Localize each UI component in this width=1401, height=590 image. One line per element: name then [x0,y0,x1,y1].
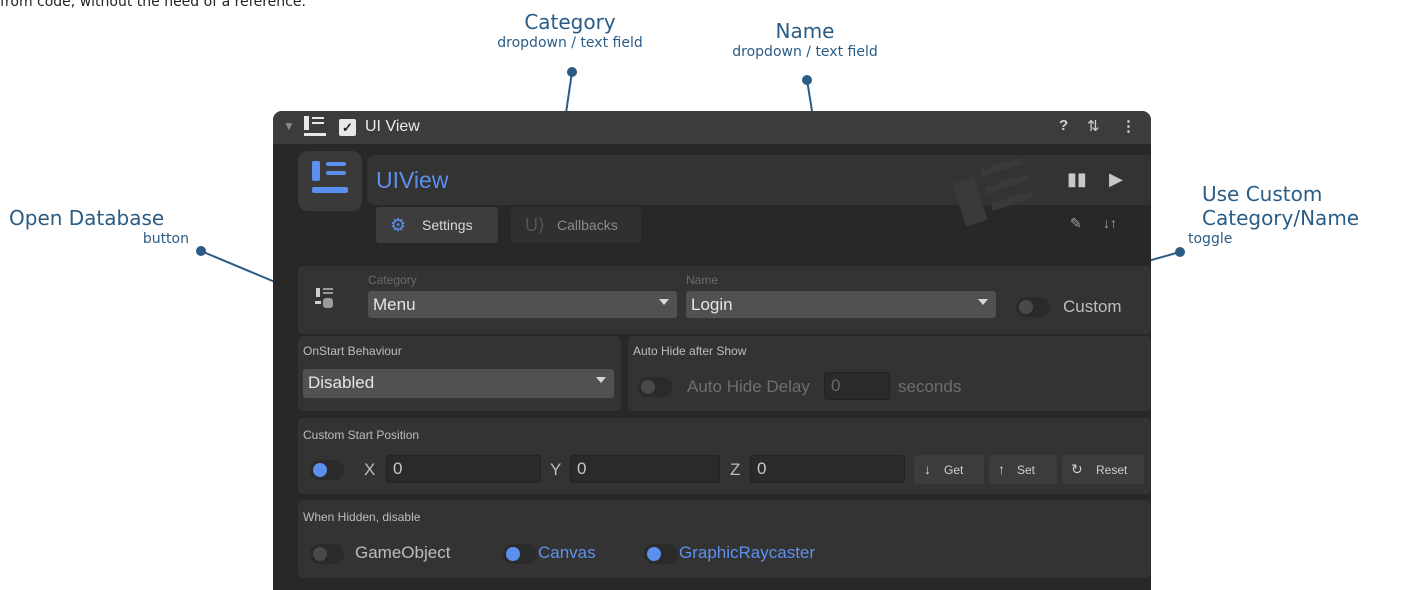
documentation-book-icon[interactable]: ▮▮ [1067,169,1087,190]
set-label: Set [1017,463,1036,477]
start-position-toggle[interactable] [310,460,344,480]
onstart-value: Disabled [308,373,375,392]
tab-callbacks-label: Callbacks [557,217,618,233]
component-title: UI View [365,118,420,135]
auto-hide-delay-input[interactable]: 0 [824,372,890,400]
chevron-down-icon [596,377,606,383]
toggle-knob [506,547,520,561]
x-label: X [364,460,376,479]
category-annotation: Category dropdown / text field [470,10,670,52]
component-header: UIView ▮☰ ▮▮ ▶ [367,147,1151,232]
graphicraycaster-label: GraphicRaycaster [679,543,816,562]
custom-annotation-title-2: Category/Name [1202,206,1360,230]
tab-settings[interactable]: ⚙ Settings [376,207,498,243]
when-hidden-label: When Hidden, disable [303,510,421,524]
youtube-icon[interactable]: ▶ [1109,169,1123,190]
auto-hide-label: Auto Hide after Show [633,344,747,358]
toggle-knob [647,547,661,561]
name-annotation: Name dropdown / text field [705,19,905,61]
gameobject-toggle[interactable] [310,544,344,564]
category-value: Menu [373,295,416,314]
canvas-toggle[interactable] [503,544,537,564]
set-button[interactable]: ↑ Set [989,455,1057,484]
z-label: Z [730,460,741,479]
uiview-logo-icon [304,116,328,136]
tab-settings-label: Settings [422,217,473,233]
toggle-knob [313,547,327,561]
y-value: 0 [577,459,587,478]
reset-button[interactable]: ↻ Reset [1062,455,1144,484]
callbacks-icon: U⟩ [525,215,546,235]
auto-hide-delay-label: Auto Hide Delay [687,377,810,396]
reset-label: Reset [1096,463,1128,477]
open-database-button[interactable] [312,286,336,310]
toggle-knob [1019,300,1033,314]
toggle-knob [641,380,655,394]
name-label: Name [686,273,719,287]
tab-callbacks[interactable]: U⟩ Callbacks [511,207,641,243]
ui-view-inspector: ▼ ✓ UI View ? ⇅ ⋮ UIView ▮☰ ▮▮ ▶ ⚙ Setti… [273,111,1151,590]
gear-icon: ⚙ [390,215,407,235]
help-icon[interactable]: ? [1059,117,1068,134]
y-input[interactable]: 0 [570,455,720,483]
sort-icon[interactable]: ↓↑ [1103,215,1117,231]
onstart-label: OnStart Behaviour [303,344,402,358]
uiview-component-icon [298,151,362,211]
graphicraycaster-toggle[interactable] [644,544,678,564]
arrow-up-icon: ↑ [998,461,1005,477]
x-input[interactable]: 0 [386,455,541,483]
get-label: Get [944,463,964,477]
category-dropdown[interactable]: Menu [368,291,677,318]
refresh-icon: ↻ [1071,461,1083,477]
start-position-section: Custom Start Position X 0 Y 0 Z 0 ↓ Get … [298,418,1151,494]
category-label: Category [368,273,417,287]
custom-annotation-subtitle: toggle [1188,231,1233,247]
auto-hide-section: Auto Hide after Show Auto Hide Delay 0 s… [628,336,1151,411]
name-value: Login [691,295,733,314]
open-database-annotation-subtitle: button [142,231,189,247]
onstart-dropdown[interactable]: Disabled [303,369,614,398]
presets-icon[interactable]: ⇅ [1087,117,1100,135]
component-enabled-checkbox[interactable]: ✓ [339,119,356,136]
custom-annotation-title-1: Use Custom [1202,182,1323,206]
custom-annotation: Use Custom Category/Name toggle [1186,182,1359,248]
open-database-annotation: Open Database button [9,206,201,248]
name-dropdown[interactable]: Login [686,291,996,318]
toggle-knob [313,463,327,477]
name-annotation-subtitle: dropdown / text field [732,44,878,60]
foldout-arrow-icon[interactable]: ▼ [283,119,295,133]
onstart-section: OnStart Behaviour Disabled [298,336,621,411]
open-database-annotation-title: Open Database [9,206,165,230]
get-button[interactable]: ↓ Get [914,455,984,484]
id-section: Category Menu Name Login Custom [298,266,1151,334]
category-annotation-title: Category [524,10,616,34]
x-value: 0 [393,459,403,478]
z-value: 0 [757,459,767,478]
more-menu-icon[interactable]: ⋮ [1121,117,1136,135]
arrow-down-icon: ↓ [924,461,931,477]
category-annotation-subtitle: dropdown / text field [497,35,643,51]
chevron-down-icon [978,299,988,305]
start-position-label: Custom Start Position [303,428,420,442]
chevron-down-icon [659,299,669,305]
custom-toggle[interactable] [1016,297,1050,317]
name-annotation-title: Name [775,19,835,43]
canvas-label: Canvas [538,543,596,562]
auto-hide-toggle[interactable] [638,377,672,397]
component-titlebar: ▼ ✓ UI View ? ⇅ ⋮ [273,111,1151,144]
seconds-label: seconds [898,377,962,396]
auto-hide-delay-value: 0 [831,376,841,395]
component-header-name: UIView [376,167,449,193]
watermark-icon: ▮☰ [944,147,1041,233]
edit-icon[interactable]: ✎ [1070,215,1082,232]
custom-label: Custom [1063,297,1122,316]
gameobject-label: GameObject [355,543,451,562]
z-input[interactable]: 0 [750,455,905,483]
when-hidden-section: When Hidden, disable GameObject Canvas G… [298,500,1151,578]
y-label: Y [550,460,562,479]
intro-text: from code, without the need of a referen… [0,0,306,10]
